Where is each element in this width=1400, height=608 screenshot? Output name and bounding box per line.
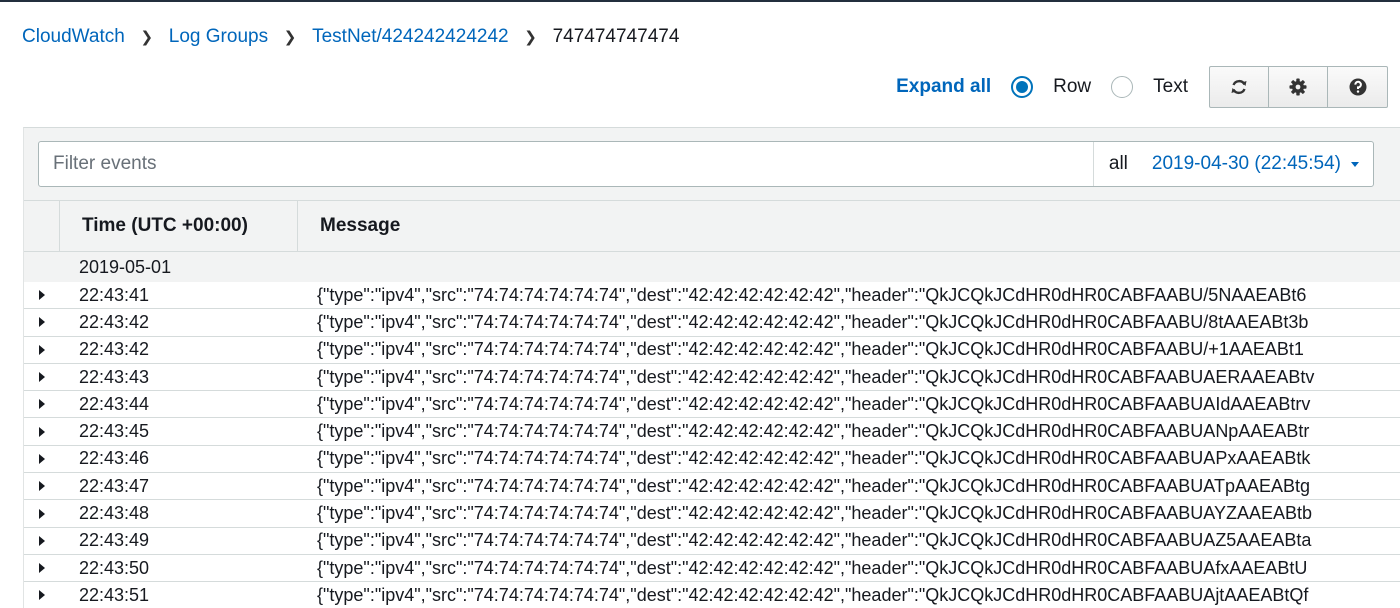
help-button[interactable] (1328, 67, 1387, 107)
time-range-selector[interactable]: all 2019-04-30 (22:45:54) (1092, 142, 1373, 186)
event-message: {"type":"ipv4","src":"74:74:74:74:74:74"… (317, 448, 1311, 469)
settings-button[interactable] (1269, 67, 1328, 107)
expand-triangle-icon[interactable] (39, 590, 45, 601)
log-event-row[interactable]: 22:43:44 {"type":"ipv4","src":"74:74:74:7… (24, 391, 1400, 419)
event-time: 22:43:44 (79, 393, 150, 414)
log-event-row[interactable]: 22:43:42 {"type":"ipv4","src":"74:74:74:7… (24, 336, 1400, 364)
text-view-label[interactable]: Text (1153, 76, 1188, 98)
log-event-row[interactable]: 22:43:48 {"type":"ipv4","src":"74:74:74:7… (24, 500, 1400, 528)
action-button-group (1209, 66, 1388, 108)
log-event-list: 22:43:41 {"type":"ipv4","src":"74:74:74:7… (24, 282, 1400, 608)
breadcrumb-log-groups-link[interactable]: Log Groups (169, 26, 268, 48)
event-time: 22:43:45 (79, 421, 150, 442)
chevron-right-icon: ❯ (140, 29, 154, 46)
log-event-row[interactable]: 22:43:41 {"type":"ipv4","src":"74:74:74:7… (24, 282, 1400, 310)
event-message: {"type":"ipv4","src":"74:74:74:74:74:74"… (317, 475, 1311, 496)
expand-all-link[interactable]: Expand all (896, 76, 991, 98)
expand-column-header (24, 201, 60, 251)
table-header: Time (UTC +00:00) Message (24, 200, 1400, 252)
log-event-row[interactable]: 22:43:46 {"type":"ipv4","src":"74:74:74:7… (24, 445, 1400, 474)
event-message: {"type":"ipv4","src":"74:74:74:74:74:74"… (317, 284, 1307, 305)
log-event-row[interactable]: 22:43:43 {"type":"ipv4","src":"74:74:74:7… (24, 363, 1400, 392)
log-events-panel: all 2019-04-30 (22:45:54) Time (UTC +00:… (23, 127, 1400, 608)
event-time: 22:43:49 (79, 530, 150, 551)
top-border (0, 0, 1400, 2)
filter-events-input[interactable] (39, 142, 1093, 186)
log-event-row[interactable]: 22:43:49 {"type":"ipv4","src":"74:74:74:7… (24, 527, 1400, 555)
time-column-header[interactable]: Time (UTC +00:00) (60, 201, 298, 251)
event-message: {"type":"ipv4","src":"74:74:74:74:74:74"… (317, 366, 1315, 387)
log-event-row[interactable]: 22:43:47 {"type":"ipv4","src":"74:74:74:7… (24, 473, 1400, 501)
expand-triangle-icon[interactable] (39, 399, 45, 410)
event-time: 22:43:50 (79, 557, 150, 578)
expand-triangle-icon[interactable] (39, 535, 45, 546)
event-message: {"type":"ipv4","src":"74:74:74:74:74:74"… (317, 393, 1311, 414)
breadcrumb-cloudwatch-link[interactable]: CloudWatch (22, 26, 125, 48)
expand-triangle-icon[interactable] (39, 453, 45, 464)
expand-triangle-icon[interactable] (39, 508, 45, 519)
help-icon (1349, 78, 1366, 96)
time-range-all-option[interactable]: all (1109, 153, 1128, 175)
time-range-date[interactable]: 2019-04-30 (22:45:54) (1152, 153, 1341, 175)
caret-down-icon (1351, 161, 1359, 167)
text-view-radio[interactable] (1111, 76, 1134, 98)
event-message: {"type":"ipv4","src":"74:74:74:74:74:74"… (317, 311, 1309, 332)
breadcrumb-log-group-link[interactable]: TestNet/424242424242 (312, 26, 509, 48)
toolbar: Expand all Row Text (896, 66, 1388, 108)
event-time: 22:43:43 (79, 366, 150, 387)
chevron-right-icon: ❯ (524, 29, 537, 46)
event-message: {"type":"ipv4","src":"74:74:74:74:74:74"… (317, 584, 1309, 605)
expand-triangle-icon[interactable] (39, 290, 45, 301)
event-message: {"type":"ipv4","src":"74:74:74:74:74:74"… (317, 530, 1312, 551)
event-time: 22:43:41 (79, 284, 150, 305)
log-event-row[interactable]: 22:43:45 {"type":"ipv4","src":"74:74:74:7… (24, 418, 1400, 446)
expand-triangle-icon[interactable] (39, 372, 45, 383)
row-view-radio[interactable] (1011, 76, 1034, 98)
expand-triangle-icon[interactable] (39, 563, 45, 574)
event-time: 22:43:48 (79, 503, 150, 524)
event-time: 22:43:46 (79, 448, 150, 469)
refresh-button[interactable] (1210, 67, 1269, 107)
row-view-label[interactable]: Row (1053, 76, 1091, 98)
gear-icon (1289, 78, 1307, 96)
event-message: {"type":"ipv4","src":"74:74:74:74:74:74"… (317, 557, 1308, 578)
expand-triangle-icon[interactable] (39, 426, 45, 437)
breadcrumb: CloudWatch ❯ Log Groups ❯ TestNet/424242… (22, 25, 679, 49)
breadcrumb-current-stream: 747474747474 (552, 26, 680, 47)
message-column-header[interactable]: Message (298, 201, 400, 251)
expand-triangle-icon[interactable] (39, 317, 45, 328)
date-group-row: 2019-05-01 (24, 253, 1400, 282)
log-event-row[interactable]: 22:43:42 {"type":"ipv4","src":"74:74:74:7… (24, 309, 1400, 337)
event-message: {"type":"ipv4","src":"74:74:74:74:74:74"… (317, 339, 1304, 360)
log-event-row[interactable]: 22:43:50 {"type":"ipv4","src":"74:74:74:7… (24, 554, 1400, 583)
chevron-right-icon: ❯ (283, 29, 297, 46)
event-time: 22:43:42 (79, 311, 150, 332)
event-time: 22:43:42 (79, 339, 150, 360)
event-message: {"type":"ipv4","src":"74:74:74:74:74:74"… (317, 503, 1313, 524)
refresh-icon (1231, 79, 1247, 95)
filter-bar: all 2019-04-30 (22:45:54) (38, 141, 1374, 187)
event-time: 22:43:51 (79, 584, 150, 605)
event-message: {"type":"ipv4","src":"74:74:74:74:74:74"… (317, 421, 1310, 442)
expand-triangle-icon[interactable] (39, 344, 45, 355)
log-event-row[interactable]: 22:43:51 {"type":"ipv4","src":"74:74:74:7… (24, 582, 1400, 608)
event-time: 22:43:47 (79, 475, 150, 496)
expand-triangle-icon[interactable] (39, 481, 45, 492)
